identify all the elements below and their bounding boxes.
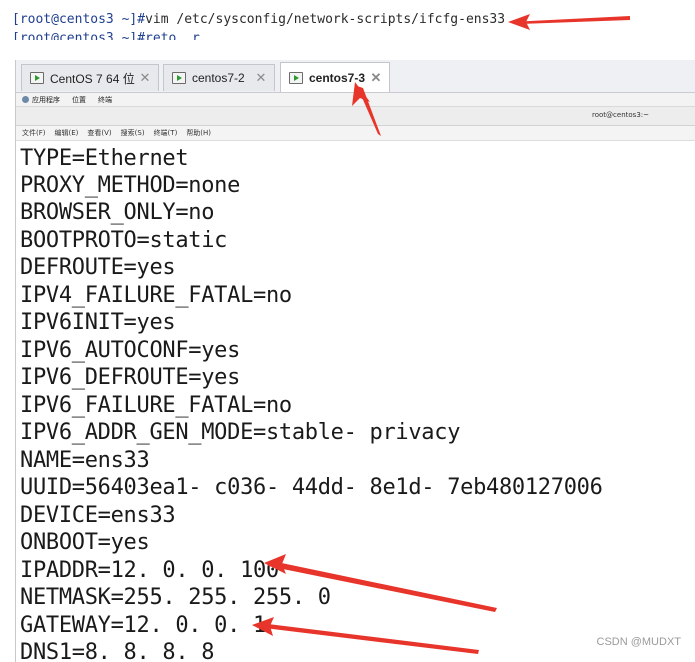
config-line-defroute: DEFROUTE=yes — [20, 255, 176, 280]
menu-view[interactable]: 查看(V) — [87, 128, 111, 138]
terminal-title-bar: root@centos3:~ — [16, 107, 695, 126]
tab-label: centos7-3 — [309, 70, 366, 85]
tab-centos7-2[interactable]: centos7-2 ✕ — [163, 64, 275, 91]
gnome-app-menu-bar: 应用程序 位置 终端 — [16, 93, 695, 106]
tab-centos7-64[interactable]: CentOS 7 64 位 ✕ — [21, 64, 159, 91]
config-line-ipv6-autoconf: IPV6_AUTOCONF=yes — [20, 338, 241, 363]
shell-command-line: [root@centos3 ~]#vim /etc/sysconfig/netw… — [12, 12, 505, 27]
terminal-menu-bar: 文件(F) 编辑(E) 查看(V) 搜索(S) 终端(T) 帮助(H) — [16, 126, 695, 141]
shell-prompt: [root@centos3 ~]# — [12, 12, 146, 27]
menu-terminal-t[interactable]: 终端(T) — [154, 128, 178, 138]
tab-label: CentOS 7 64 位 — [50, 71, 135, 86]
window-title: root@centos3:~ — [592, 111, 649, 119]
config-line-ipv4-failure-fatal: IPV4_FAILURE_FATAL=no — [20, 283, 292, 308]
vm-icon — [30, 72, 44, 84]
config-line-type: TYPE=Ethernet — [20, 146, 189, 171]
applications-icon — [22, 96, 29, 103]
menu-help[interactable]: 帮助(H) — [186, 128, 211, 138]
vm-icon — [172, 72, 186, 84]
shell-command-strip: [root@centos3 ~]#vim /etc/sysconfig/netw… — [0, 0, 695, 40]
tab-centos7-3[interactable]: centos7-3 ✕ — [280, 62, 390, 92]
menu-edit[interactable]: 编辑(E) — [55, 128, 79, 138]
config-line-proxy-method: PROXY_METHOD=none — [20, 173, 241, 198]
vm-window: CentOS 7 64 位 ✕ centos7-2 ✕ centos7-3 ✕ … — [15, 60, 695, 662]
config-line-gateway: GATEWAY=12. 0. 0. 1 — [20, 613, 266, 638]
config-line-browser-only: BROWSER_ONLY=no — [20, 200, 215, 225]
config-line-dns1: DNS1=8. 8. 8. 8 — [20, 640, 215, 662]
close-icon[interactable]: ✕ — [138, 70, 152, 86]
config-line-ipaddr: IPADDR=12. 0. 0. 100 — [20, 558, 279, 583]
close-icon[interactable]: ✕ — [369, 70, 383, 86]
menu-terminal[interactable]: 终端 — [98, 95, 112, 105]
config-line-ipv6-defroute: IPV6_DEFROUTE=yes — [20, 365, 241, 390]
config-line-name: NAME=ens33 — [20, 448, 150, 473]
watermark: CSDN @MUDXT — [596, 636, 682, 648]
shell-next-line: [root@centos3 ~]#reto r — [12, 31, 200, 40]
vm-icon — [289, 71, 303, 84]
menu-search[interactable]: 搜索(S) — [121, 128, 145, 138]
menu-file[interactable]: 文件(F) — [22, 128, 46, 138]
config-line-bootproto: BOOTPROTO=static — [20, 228, 228, 253]
config-line-netmask: NETMASK=255. 255. 255. 0 — [20, 585, 331, 610]
config-line-onboot: ONBOOT=yes — [20, 530, 150, 555]
tab-label: centos7-2 — [192, 71, 245, 85]
menu-places[interactable]: 位置 — [72, 95, 86, 105]
shell-command: vim /etc/sysconfig/network-scripts/ifcfg… — [145, 12, 506, 27]
menu-applications[interactable]: 应用程序 — [32, 95, 60, 105]
config-line-ipv6-addr-gen-mode: IPV6_ADDR_GEN_MODE=stable- privacy — [20, 420, 461, 445]
terminal-text-area[interactable]: TYPE=Ethernet PROXY_METHOD=none BROWSER_… — [16, 141, 695, 662]
config-line-device: DEVICE=ens33 — [20, 503, 176, 528]
config-line-ipv6init: IPV6INIT=yes — [20, 310, 176, 335]
vm-tab-bar: CentOS 7 64 位 ✕ centos7-2 ✕ centos7-3 ✕ — [16, 60, 695, 93]
screenshot-root: [root@centos3 ~]#vim /etc/sysconfig/netw… — [0, 0, 695, 662]
close-icon[interactable]: ✕ — [254, 70, 268, 86]
config-line-ipv6-failure-fatal: IPV6_FAILURE_FATAL=no — [20, 393, 292, 418]
config-line-uuid: UUID=56403ea1- c036- 44dd- 8e1d- 7eb4801… — [20, 475, 603, 500]
